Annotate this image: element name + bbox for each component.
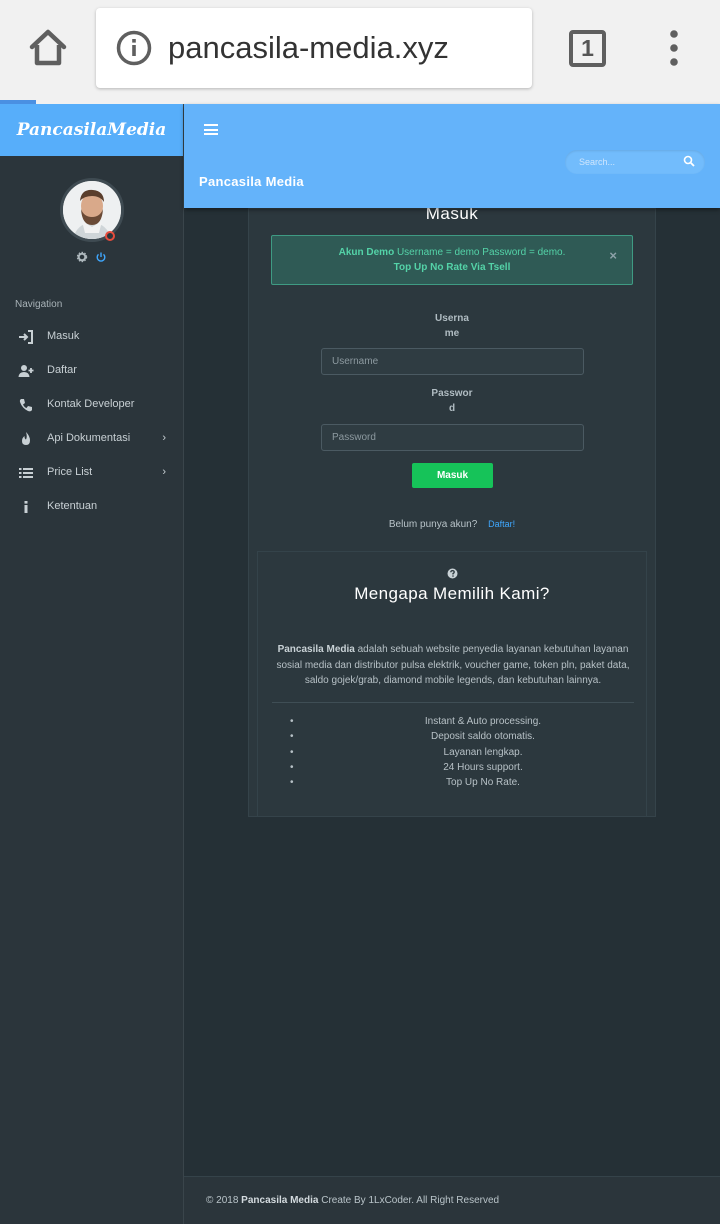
footer-brand: Pancasila Media <box>241 1195 319 1206</box>
demo-alert: Akun Demo Username = demo Password = dem… <box>271 235 633 285</box>
feature-list: Instant & Auto processing. Deposit saldo… <box>278 714 628 791</box>
browser-toolbar: pancasila-media.xyz 1 <box>0 0 720 104</box>
brand-logo[interactable]: PancasilaMedia <box>0 104 183 156</box>
user-plus-icon <box>18 365 34 377</box>
password-field[interactable] <box>321 424 584 451</box>
sidebar: PancasilaMedia Navigation Masuk Daftar K… <box>0 104 184 1224</box>
sidebar-item-label: Api Dokumentasi <box>47 432 131 444</box>
register-link[interactable]: Daftar! <box>488 519 515 529</box>
status-indicator <box>105 231 115 241</box>
url-text: pancasila-media.xyz <box>168 30 449 65</box>
sidebar-item-label: Masuk <box>47 330 80 342</box>
avatar-image <box>63 181 121 239</box>
list-item: 24 Hours support. <box>278 760 628 776</box>
nav-heading: Navigation <box>15 299 63 310</box>
register-prompt: Belum punya akun? Daftar! <box>388 519 516 530</box>
username-field[interactable] <box>321 348 584 375</box>
question-circle-icon <box>447 568 458 579</box>
sidebar-item-ketentuan[interactable]: Ketentuan <box>0 490 184 524</box>
fire-icon <box>22 432 30 445</box>
username-label: Userna me <box>435 313 469 339</box>
sidebar-item-kontak-developer[interactable]: Kontak Developer <box>0 388 184 422</box>
page-title: Pancasila Media <box>199 174 304 189</box>
alert-bold: Akun Demo <box>338 247 395 258</box>
sidebar-item-label: Daftar <box>47 364 77 376</box>
password-label: Passwor d <box>431 388 473 414</box>
why-brand: Pancasila Media <box>277 644 355 655</box>
avatar[interactable] <box>60 178 124 242</box>
gear-icon[interactable] <box>76 251 88 263</box>
login-button[interactable]: Masuk <box>412 463 493 488</box>
info-icon <box>24 501 28 513</box>
search-box[interactable] <box>565 150 705 174</box>
sidebar-item-api-dokumentasi[interactable]: Api Dokumentasi › <box>0 422 184 456</box>
password-input[interactable] <box>322 425 583 450</box>
footer: © 2018 Pancasila Media Create By 1LxCode… <box>184 1176 720 1224</box>
username-input[interactable] <box>322 349 583 374</box>
sidebar-item-label: Ketentuan <box>47 500 98 512</box>
address-bar[interactable]: pancasila-media.xyz <box>96 8 532 88</box>
menu-toggle-icon[interactable] <box>204 124 218 135</box>
footer-text: © 2018 Pancasila Media Create By 1LxCode… <box>206 1195 500 1206</box>
search-input[interactable] <box>579 154 679 170</box>
alert-line2: Top Up No Rate Via Tsell <box>393 262 511 273</box>
list-item: Deposit saldo otomatis. <box>278 729 628 745</box>
home-icon[interactable] <box>26 26 70 70</box>
sidebar-item-daftar[interactable]: Daftar <box>0 354 184 388</box>
phone-icon <box>19 399 32 412</box>
login-card: Masuk Akun Demo Username = demo Password… <box>248 204 656 817</box>
login-title: Masuk <box>425 204 479 223</box>
search-icon[interactable] <box>683 155 695 167</box>
sidebar-user-actions <box>76 251 106 263</box>
chevron-right-icon: › <box>162 466 166 478</box>
tab-switcher-button[interactable]: 1 <box>569 30 606 67</box>
why-us-title: Mengapa Memilih Kami? <box>354 584 550 603</box>
list-item: Top Up No Rate. <box>278 775 628 791</box>
close-icon[interactable]: × <box>609 248 617 263</box>
power-icon[interactable] <box>96 252 106 262</box>
sidebar-item-label: Price List <box>47 466 93 478</box>
top-navbar: Pancasila Media <box>184 104 720 208</box>
sidebar-item-masuk[interactable]: Masuk <box>0 320 184 354</box>
chevron-right-icon: › <box>162 432 166 444</box>
info-icon[interactable] <box>116 30 152 66</box>
sidebar-item-label: Kontak Developer <box>47 398 135 410</box>
divider <box>272 702 634 703</box>
sidebar-item-price-list[interactable]: Price List › <box>0 456 184 490</box>
list-icon <box>19 468 33 478</box>
list-item: Instant & Auto processing. <box>278 714 628 730</box>
why-us-description: Pancasila Media adalah sebuah website pe… <box>276 644 630 686</box>
list-item: Layanan lengkap. <box>278 745 628 761</box>
more-options-icon[interactable] <box>666 30 682 66</box>
alert-text: Username = demo Password = demo. <box>394 247 566 258</box>
why-us-section: Mengapa Memilih Kami? Pancasila Media ad… <box>257 551 647 817</box>
main-content: Masuk Akun Demo Username = demo Password… <box>184 204 720 1224</box>
sign-in-icon <box>19 330 33 344</box>
